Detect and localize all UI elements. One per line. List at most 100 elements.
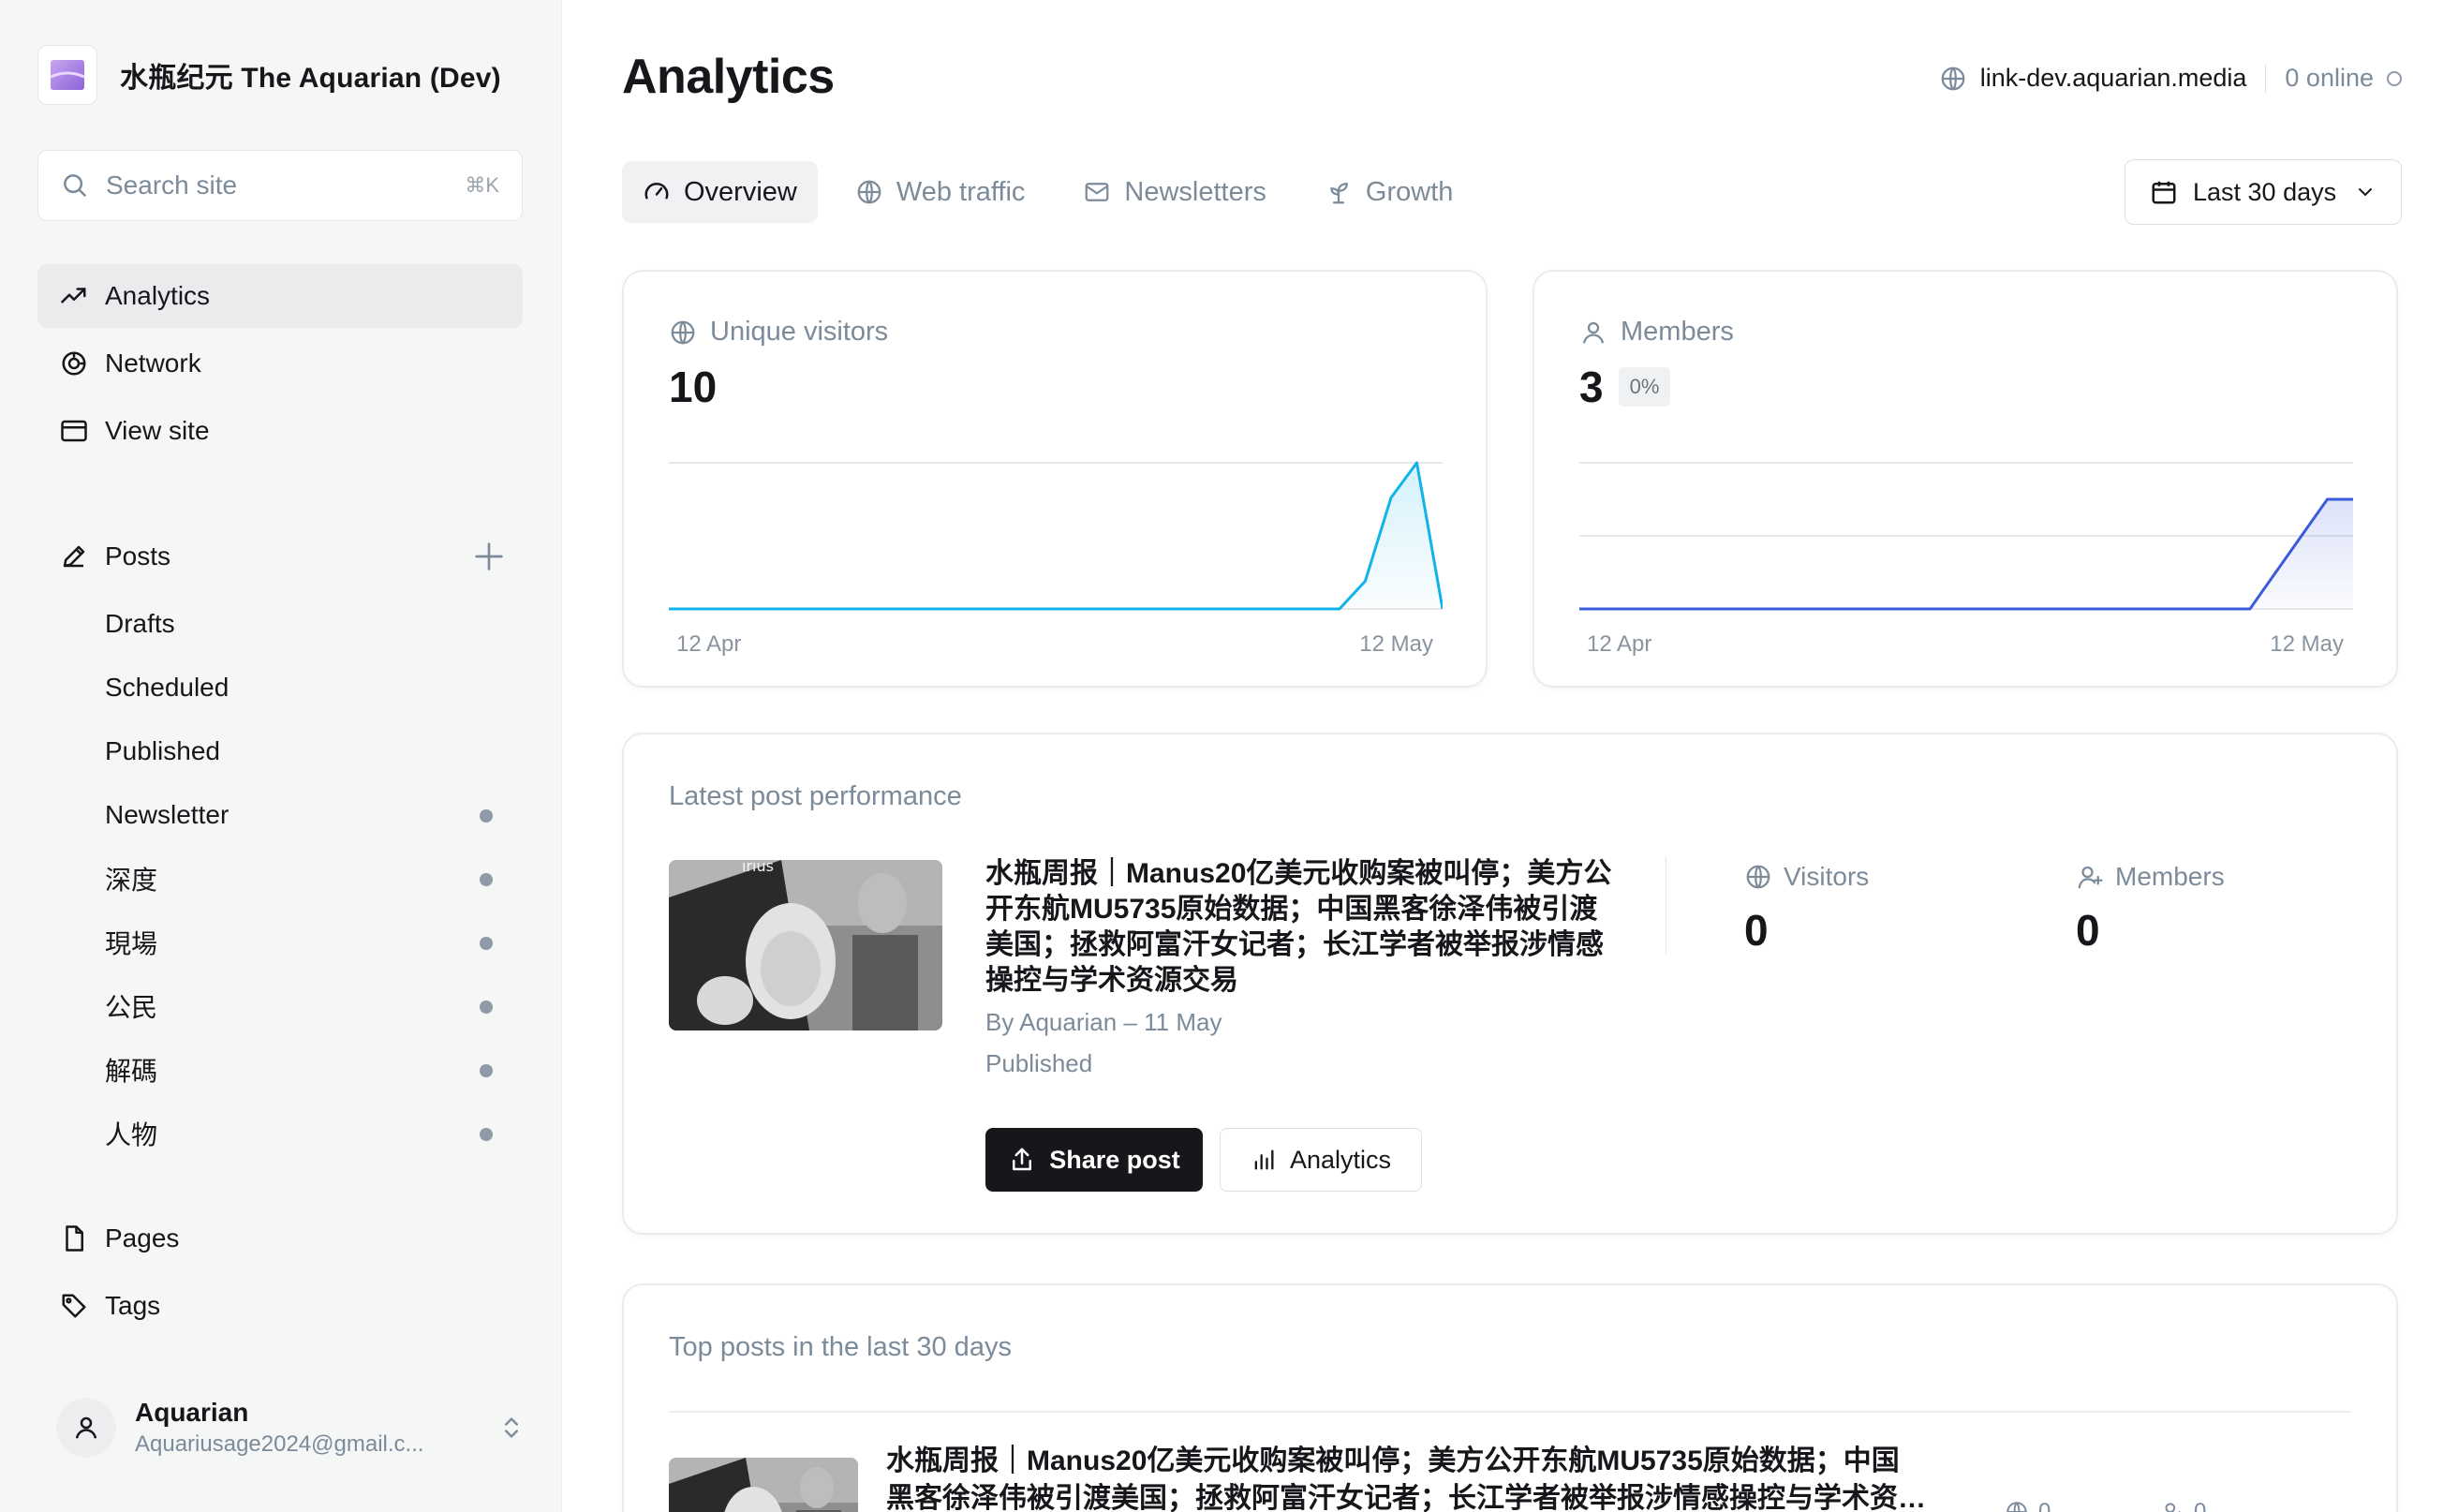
globe-icon xyxy=(857,180,881,204)
sidebar-item-network[interactable]: Network xyxy=(37,332,523,395)
sidebar-sub-newsletter[interactable]: Newsletter xyxy=(105,787,508,843)
filter-dot xyxy=(480,809,493,823)
post-title-link[interactable]: 水瓶周报｜Manus20亿美元收购案被叫停；美方公开东航MU5735原始数据；中… xyxy=(985,856,1622,999)
sidebar-item-analytics[interactable]: Analytics xyxy=(37,264,523,328)
user-name: Aquarian xyxy=(135,1398,249,1427)
page-title: Analytics xyxy=(622,50,835,104)
kpi-label-text: Unique visitors xyxy=(710,317,889,347)
tab-label: Newsletters xyxy=(1124,176,1266,207)
sidebar-sub-tag-1[interactable]: 深度 xyxy=(105,851,508,907)
filter-dot xyxy=(480,1001,493,1014)
kpi-card-visitors[interactable]: Unique visitors 10 12 Apr 12 May xyxy=(622,270,1488,688)
tab-overview[interactable]: Overview xyxy=(622,161,818,223)
bar-chart-icon xyxy=(1254,1149,1274,1170)
kpi-value: 3 0% xyxy=(1579,362,1671,412)
tab-newsletters[interactable]: Newsletters xyxy=(1062,161,1287,223)
chart-area-fill xyxy=(1579,499,2353,609)
x-axis-end-label: 12 May xyxy=(1359,631,1433,657)
top-post-title-line: 水瓶周报｜Manus20亿美元收购案被叫停；美方公开东航MU5735原始数据；中… xyxy=(886,1445,1900,1476)
sidebar-sub-drafts[interactable]: Drafts xyxy=(105,596,508,652)
chart-series-line xyxy=(669,461,1443,611)
sidebar-sub-label: 人物 xyxy=(105,1120,158,1149)
sidebar-sub-label: 公民 xyxy=(105,993,158,1022)
add-post-icon[interactable] xyxy=(470,538,508,575)
tab-web-traffic[interactable]: Web traffic xyxy=(835,161,1046,223)
search-input[interactable]: Search site ⌘K xyxy=(37,150,523,221)
user-menu[interactable]: Aquarian Aquariusage2024@gmail.c... xyxy=(56,1390,525,1465)
kpi-number: 10 xyxy=(669,363,718,411)
sidebar-sub-tag-4[interactable]: 解碼 xyxy=(105,1042,508,1098)
button-label: Share post xyxy=(1049,1145,1180,1174)
date-range-select[interactable]: Last 30 days xyxy=(2125,159,2402,225)
sidebar-item-view-site[interactable]: View site xyxy=(37,399,523,463)
globe-icon xyxy=(1941,67,1965,90)
button-label: Analytics xyxy=(1289,1145,1392,1174)
sidebar-item-pages[interactable]: Pages xyxy=(37,1207,523,1270)
top-post-title-line: 黑客徐泽伟被引渡美国；拯救阿富汗女记者；长江学者被举报涉情感操控与学术资源交易 xyxy=(886,1483,1945,1512)
network-icon xyxy=(62,351,86,376)
stat-value-visitors: 0 xyxy=(1744,906,1769,955)
sidebar-sub-tag-3[interactable]: 公民 xyxy=(105,978,508,1034)
tab-label: Growth xyxy=(1365,176,1454,207)
user-icon xyxy=(75,1416,97,1439)
x-axis-end-label: 12 May xyxy=(2270,631,2344,657)
kpi-change-badge: 0% xyxy=(1618,367,1671,407)
sprout-icon xyxy=(1330,183,1348,204)
share-icon xyxy=(1013,1148,1032,1171)
user-details: Aquarian Aquariusage2024@gmail.c... xyxy=(135,1398,498,1458)
top-post-members: 0 xyxy=(2160,1499,2206,1512)
sidebar-sub-label: Drafts xyxy=(105,609,175,638)
divider xyxy=(2265,64,2267,93)
tab-growth[interactable]: Growth xyxy=(1304,161,1473,223)
top-post-visitors: 0 xyxy=(2005,1499,2051,1512)
browser-window-icon xyxy=(61,420,87,442)
mail-icon xyxy=(1086,183,1109,201)
sidebar-item-tags[interactable]: Tags xyxy=(37,1274,523,1338)
sidebar-item-label: Tags xyxy=(105,1291,161,1320)
date-range-label: Last 30 days xyxy=(2193,177,2337,206)
sidebar-sub-published[interactable]: Published xyxy=(105,723,508,779)
stat-value-members: 0 xyxy=(2076,906,2100,955)
sidebar-sub-label: 解碼 xyxy=(105,1057,158,1086)
post-analytics-button[interactable]: Analytics xyxy=(1220,1128,1422,1192)
user-plus-icon xyxy=(2078,866,2103,889)
post-feature-image[interactable]: ırıus xyxy=(669,860,942,1030)
visitors-chart xyxy=(669,461,1443,611)
user-icon xyxy=(1582,321,1605,344)
chart-area-fill xyxy=(669,463,1443,609)
sidebar-sub-label: 深度 xyxy=(105,866,158,895)
site-brand[interactable]: 水瓶纪元 The Aquarian (Dev) xyxy=(37,45,501,105)
site-url-link[interactable]: link-dev.aquarian.media xyxy=(1980,64,2247,93)
sidebar-sub-scheduled[interactable]: Scheduled xyxy=(105,660,508,716)
stat-label-text: Members xyxy=(2115,862,2225,891)
top-post-title-link[interactable]: 水瓶周报｜Manus20亿美元收购案被叫停；美方公开东航MU5735原始数据；中… xyxy=(886,1443,1945,1512)
top-post-image[interactable] xyxy=(669,1458,858,1512)
share-post-button[interactable]: Share post xyxy=(985,1128,1203,1192)
online-count: 0 online xyxy=(2285,64,2374,92)
stat-label-visitors: Visitors xyxy=(1744,862,1869,892)
kpi-label: Unique visitors xyxy=(669,317,888,348)
sidebar-sub-label: Scheduled xyxy=(105,673,230,702)
gauge-icon xyxy=(644,183,669,200)
user-email: Aquariusage2024@gmail.c... xyxy=(135,1431,424,1457)
search-icon xyxy=(64,174,87,198)
page-icon xyxy=(66,1225,83,1252)
post-status: Published xyxy=(985,1049,1093,1077)
trend-up-icon xyxy=(61,288,86,304)
top-post-members-value: 0 xyxy=(2194,1499,2207,1512)
kpi-card-members[interactable]: Members 3 0% 12 Apr 12 May xyxy=(1533,270,2398,688)
site-info: link-dev.aquarian.media 0 online xyxy=(1939,64,2402,93)
sidebar-item-label: Network xyxy=(105,348,201,378)
site-name: 水瓶纪元 The Aquarian (Dev) xyxy=(120,63,501,94)
sidebar-sub-tag-2[interactable]: 現場 xyxy=(105,914,508,971)
top-post-visitors-value: 0 xyxy=(2038,1499,2051,1512)
sidebar-sub-tag-5[interactable]: 人物 xyxy=(105,1105,508,1162)
latest-post-card: Latest post performance ırıus 水瓶周报｜Manus… xyxy=(622,733,2398,1235)
avatar xyxy=(56,1398,116,1458)
chevron-down-icon xyxy=(2359,188,2372,197)
search-placeholder: Search site xyxy=(106,170,238,200)
search-shortcut: ⌘K xyxy=(465,173,499,197)
sidebar-item-posts[interactable]: Posts xyxy=(37,525,523,588)
section-title: Top posts in the last 30 days xyxy=(669,1332,1012,1362)
globe-icon xyxy=(2006,1502,2027,1512)
